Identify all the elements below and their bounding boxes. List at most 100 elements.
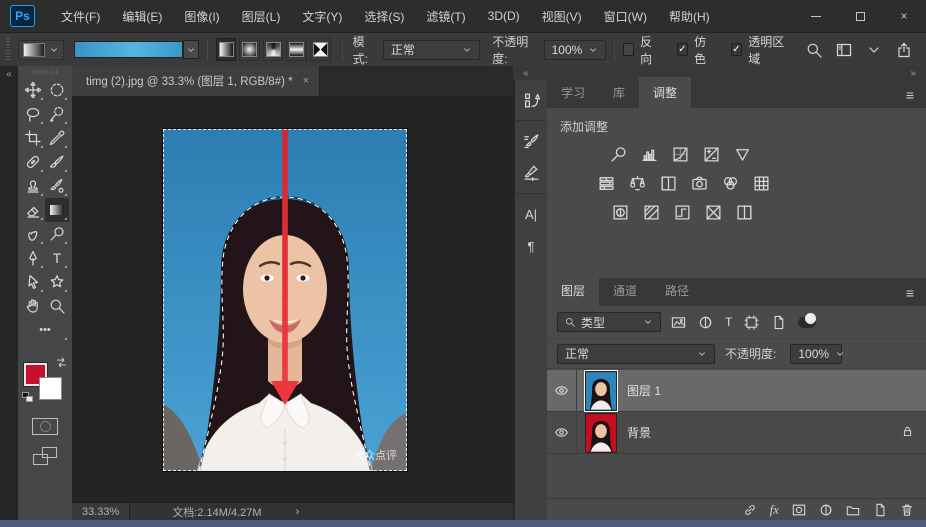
minimize-button[interactable] [794, 0, 838, 32]
tab-libraries[interactable]: 库 [599, 77, 639, 108]
tab-learn[interactable]: 学习 [547, 77, 599, 108]
zoom-tool[interactable] [45, 294, 69, 318]
new-layer-icon[interactable] [873, 503, 887, 517]
brightness-contrast-icon[interactable] [608, 144, 628, 164]
menu-help[interactable]: 帮助(H) [659, 2, 720, 31]
tab-channels[interactable]: 通道 [599, 275, 651, 306]
toolbar-drag-handle[interactable] [32, 70, 58, 74]
search-icon[interactable] [806, 42, 822, 58]
canvas-pasteboard[interactable]: 大众点评 [72, 96, 513, 502]
gradient-tool[interactable] [45, 198, 69, 222]
layer-thumbnail[interactable] [584, 370, 618, 412]
menu-edit[interactable]: 编辑(E) [112, 2, 172, 31]
filter-toggle[interactable] [798, 312, 817, 328]
eraser-tool[interactable] [21, 198, 45, 222]
layer-row-layer1[interactable]: 图层 1 [547, 370, 926, 412]
more-tools-button[interactable]: ••• [21, 318, 69, 342]
posterize-icon[interactable] [641, 202, 661, 222]
layer-name[interactable]: 图层 1 [627, 382, 661, 399]
eyedropper-tool[interactable] [45, 126, 69, 150]
radial-gradient-button[interactable] [239, 38, 260, 61]
opacity-select[interactable]: 100% [543, 39, 606, 60]
layer-thumbnail[interactable] [585, 412, 617, 453]
collapse-strip-icon[interactable]: « [523, 68, 529, 79]
layer-blend-mode-select[interactable]: 正常 [557, 343, 715, 364]
clone-stamp-tool[interactable] [21, 174, 45, 198]
angle-gradient-button[interactable] [262, 38, 284, 61]
custom-shape-tool[interactable] [45, 270, 69, 294]
tab-close-icon[interactable]: × [303, 75, 309, 87]
type-layer-filter-icon[interactable]: T [725, 316, 732, 328]
shape-layer-filter-icon[interactable] [744, 315, 759, 330]
paragraph-panel-icon[interactable]: ¶ [516, 230, 546, 262]
tab-layers[interactable]: 图层 [547, 275, 600, 306]
brush-settings-panel-icon[interactable] [516, 125, 546, 157]
background-color-swatch[interactable] [39, 377, 62, 400]
panel-menu-icon[interactable]: ≡ [906, 88, 926, 108]
zoom-level-field[interactable]: 33.33% [72, 503, 131, 520]
dodge-tool[interactable] [45, 222, 69, 246]
menu-type[interactable]: 文字(Y) [292, 2, 352, 31]
layer-filter-select[interactable]: 类型 [557, 312, 661, 332]
blend-mode-select[interactable]: 正常 [382, 39, 481, 60]
vibrance-icon[interactable] [732, 144, 752, 164]
gradient-picker-chevron[interactable] [182, 40, 199, 59]
menu-3d[interactable]: 3D(D) [478, 3, 530, 29]
gradient-preview[interactable] [74, 41, 183, 58]
photo-filter-icon[interactable] [689, 173, 709, 193]
reflected-gradient-button[interactable] [286, 38, 308, 61]
gradient-preset-picker[interactable] [18, 39, 65, 60]
brush-tool[interactable] [45, 150, 69, 174]
gradient-map-icon[interactable] [703, 202, 723, 222]
link-layers-icon[interactable] [743, 503, 757, 517]
channel-mixer-icon[interactable] [720, 173, 740, 193]
swap-colors-icon[interactable] [55, 356, 68, 369]
invert-icon[interactable] [610, 202, 630, 222]
character-panel-icon[interactable]: A| [516, 198, 546, 230]
reverse-checkbox[interactable]: ✓ 反向 [622, 33, 661, 67]
menu-file[interactable]: 文件(F) [51, 2, 110, 31]
menu-view[interactable]: 视图(V) [532, 2, 592, 31]
mixer-brush-tool[interactable] [45, 174, 69, 198]
adjustment-layer-filter-icon[interactable] [698, 315, 713, 330]
diamond-gradient-button[interactable] [310, 38, 331, 61]
color-lookup-icon[interactable] [751, 173, 771, 193]
transparency-checkbox[interactable]: ✓ 透明区域 [730, 33, 790, 67]
expand-dock-icon[interactable]: » [910, 68, 916, 79]
share-icon[interactable] [896, 42, 912, 58]
crop-tool[interactable] [21, 126, 45, 150]
move-tool[interactable] [21, 78, 45, 102]
smudge-tool[interactable] [21, 222, 45, 246]
options-drag-handle[interactable] [6, 37, 11, 62]
layer-opacity-select[interactable]: 100% [790, 343, 842, 364]
layer-effects-icon[interactable]: fx [770, 502, 779, 518]
color-balance-icon[interactable] [627, 173, 647, 193]
smart-object-filter-icon[interactable] [771, 315, 786, 330]
default-colors-icon[interactable] [22, 392, 33, 402]
menu-window[interactable]: 窗口(W) [594, 2, 657, 31]
layer-name[interactable]: 背景 [627, 424, 651, 441]
selective-color-icon[interactable] [734, 202, 754, 222]
threshold-icon[interactable] [672, 202, 692, 222]
new-group-icon[interactable] [846, 503, 860, 517]
quick-selection-tool[interactable] [45, 102, 69, 126]
dither-checkbox[interactable]: ✓ 仿色 [676, 33, 715, 67]
tab-adjustments[interactable]: 调整 [639, 77, 692, 108]
close-button[interactable]: × [882, 0, 926, 32]
chevron-down-icon[interactable] [866, 42, 882, 58]
pen-tool[interactable] [21, 246, 45, 270]
quick-mask-button[interactable] [32, 418, 58, 435]
linear-gradient-button[interactable] [215, 38, 237, 61]
maximize-button[interactable] [838, 0, 882, 32]
levels-icon[interactable] [639, 144, 659, 164]
black-white-icon[interactable] [658, 173, 678, 193]
new-adjustment-layer-icon[interactable] [819, 503, 833, 517]
menu-image[interactable]: 图像(I) [174, 2, 229, 31]
hue-saturation-icon[interactable] [596, 173, 616, 193]
status-menu-arrow[interactable]: › [296, 506, 300, 518]
collapse-panels-icon[interactable]: « [6, 69, 12, 80]
layer-visibility-toggle[interactable] [547, 412, 577, 453]
workspace-switcher-icon[interactable] [836, 42, 852, 58]
curves-icon[interactable] [670, 144, 690, 164]
add-layer-mask-icon[interactable] [792, 503, 806, 517]
